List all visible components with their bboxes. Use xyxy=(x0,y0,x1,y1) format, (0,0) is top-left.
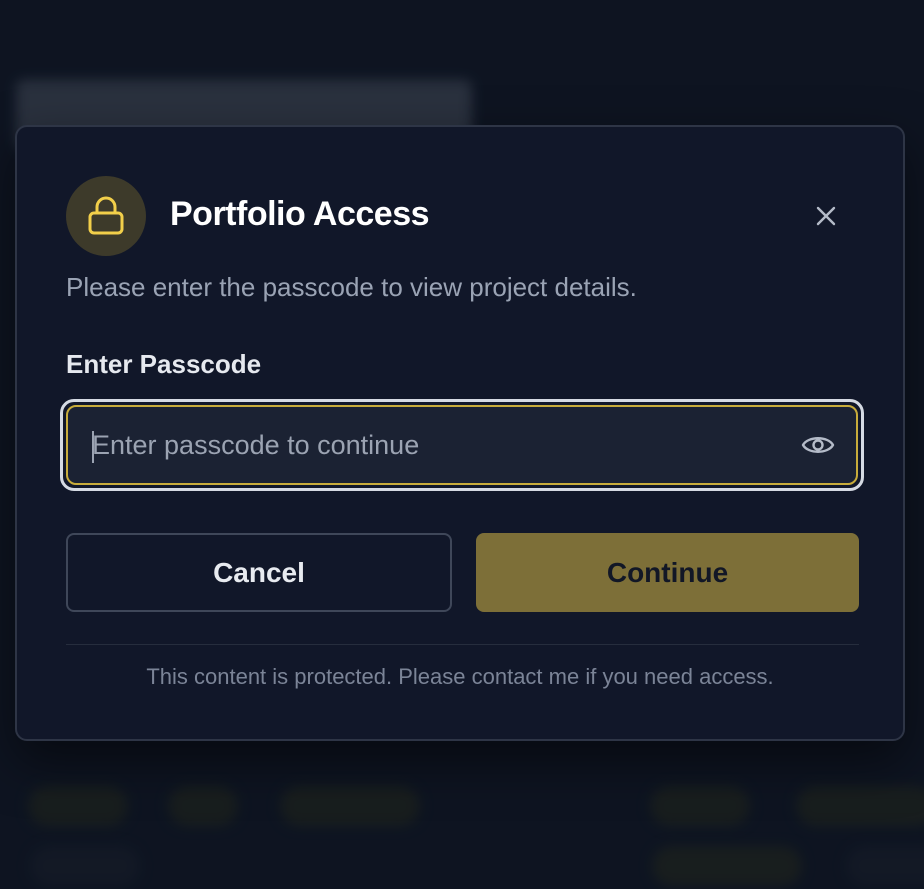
passcode-dialog: Portfolio Access Please enter the passco… xyxy=(15,125,905,741)
passcode-field xyxy=(66,405,858,485)
divider xyxy=(66,644,859,645)
eye-icon xyxy=(801,437,835,453)
cancel-button[interactable]: Cancel xyxy=(66,533,452,612)
lock-icon xyxy=(88,196,124,235)
lock-badge xyxy=(66,176,146,256)
dialog-title: Portfolio Access xyxy=(170,195,430,233)
close-button[interactable] xyxy=(807,197,845,235)
passcode-label: Enter Passcode xyxy=(66,349,262,379)
continue-button[interactable]: Continue xyxy=(476,533,859,612)
dialog-subtitle: Please enter the passcode to view projec… xyxy=(66,272,637,302)
toggle-visibility-button[interactable] xyxy=(798,425,838,465)
passcode-input[interactable] xyxy=(92,407,782,483)
footer-note: This content is protected. Please contac… xyxy=(146,664,774,689)
close-icon xyxy=(816,206,836,226)
passcode-focus-ring xyxy=(60,399,864,491)
text-caret xyxy=(92,431,94,463)
